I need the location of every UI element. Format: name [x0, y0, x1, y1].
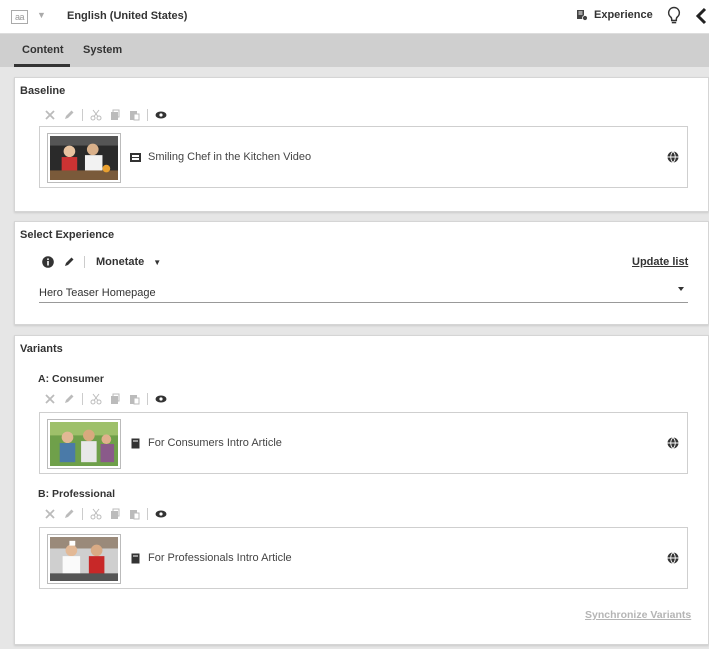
experience-select[interactable]: Hero Teaser Homepage	[39, 284, 688, 303]
select-experience-title: Select Experience	[20, 229, 115, 241]
cut-icon[interactable]	[90, 508, 102, 520]
edit-icon[interactable]	[63, 109, 75, 121]
toolbar-separator	[147, 508, 148, 520]
cut-icon[interactable]	[90, 109, 102, 121]
toolbar-separator	[84, 256, 85, 268]
eye-icon[interactable]	[155, 508, 167, 520]
toolbar-separator	[147, 393, 148, 405]
remove-icon[interactable]	[44, 393, 56, 405]
variant-b-toolbar	[44, 508, 167, 520]
tab-bar: Content System	[0, 34, 709, 67]
remove-icon[interactable]	[44, 508, 56, 520]
copy-icon[interactable]	[109, 109, 121, 121]
globe-icon	[667, 552, 679, 564]
professional-thumbnail	[47, 534, 121, 584]
lightbulb-icon[interactable]	[667, 6, 681, 26]
language-label[interactable]: English (United States)	[67, 10, 187, 22]
variant-a-label: A: Consumer	[38, 373, 104, 385]
toolbar-separator	[147, 109, 148, 121]
baseline-item-title: Smiling Chef in the Kitchen Video	[148, 151, 312, 163]
experience-select-value: Hero Teaser Homepage	[39, 287, 156, 299]
variant-b-link[interactable]: For Professionals Intro Article	[39, 527, 688, 589]
provider-dropdown[interactable]: Monetate	[96, 256, 144, 268]
info-icon[interactable]	[42, 256, 54, 268]
eye-icon[interactable]	[155, 109, 167, 121]
baseline-panel: Baseline Smiling Chef in the Kitchen Vid…	[14, 77, 709, 212]
variants-title: Variants	[20, 343, 63, 355]
tab-content[interactable]: Content	[22, 44, 64, 56]
toolbar-separator	[82, 508, 83, 520]
article-icon	[131, 553, 140, 564]
paste-icon[interactable]	[128, 109, 140, 121]
variant-a-toolbar	[44, 393, 167, 405]
baseline-toolbar	[44, 109, 167, 121]
edit-icon[interactable]	[63, 256, 75, 268]
experience-label: Experience	[594, 9, 653, 21]
film-icon	[130, 153, 141, 162]
experience-icon	[577, 10, 588, 21]
variants-panel: Variants A: Consumer For Consumers Intro	[14, 335, 709, 645]
variant-a-item-title: For Consumers Intro Article	[148, 437, 282, 449]
baseline-link[interactable]: Smiling Chef in the Kitchen Video	[39, 126, 688, 188]
cut-icon[interactable]	[90, 393, 102, 405]
variant-b-item-title: For Professionals Intro Article	[148, 552, 292, 564]
remove-icon[interactable]	[44, 109, 56, 121]
variant-b-label: B: Professional	[38, 488, 116, 500]
edit-icon[interactable]	[63, 393, 75, 405]
tab-system[interactable]: System	[83, 44, 122, 56]
chevron-down-icon[interactable]	[678, 287, 684, 291]
language-icon[interactable]: aa	[11, 10, 28, 24]
top-bar: aa ▼ English (United States) Experience	[0, 0, 709, 34]
toolbar-separator	[82, 109, 83, 121]
eye-icon[interactable]	[155, 393, 167, 405]
consumer-thumbnail	[47, 419, 121, 469]
variant-a-link[interactable]: For Consumers Intro Article	[39, 412, 688, 474]
toolbar-separator	[82, 393, 83, 405]
active-tab-indicator	[14, 64, 70, 67]
edit-icon[interactable]	[63, 508, 75, 520]
experience-toolbar: Monetate ▼	[42, 256, 161, 268]
paste-icon[interactable]	[128, 393, 140, 405]
globe-icon	[667, 151, 679, 163]
synchronize-variants-link[interactable]: Synchronize Variants	[585, 609, 691, 621]
article-icon	[131, 438, 140, 449]
copy-icon[interactable]	[109, 393, 121, 405]
collapse-icon[interactable]	[695, 7, 707, 25]
chevron-down-icon[interactable]: ▼	[37, 10, 46, 20]
baseline-title: Baseline	[20, 85, 66, 97]
select-experience-panel: Select Experience Monetate ▼ Update list…	[14, 221, 709, 325]
chef-video-thumbnail	[47, 133, 121, 183]
copy-icon[interactable]	[109, 508, 121, 520]
globe-icon	[667, 437, 679, 449]
paste-icon[interactable]	[128, 508, 140, 520]
chevron-down-icon[interactable]: ▼	[153, 258, 161, 267]
experience-button[interactable]: Experience	[576, 9, 653, 21]
update-list-link[interactable]: Update list	[632, 256, 688, 268]
